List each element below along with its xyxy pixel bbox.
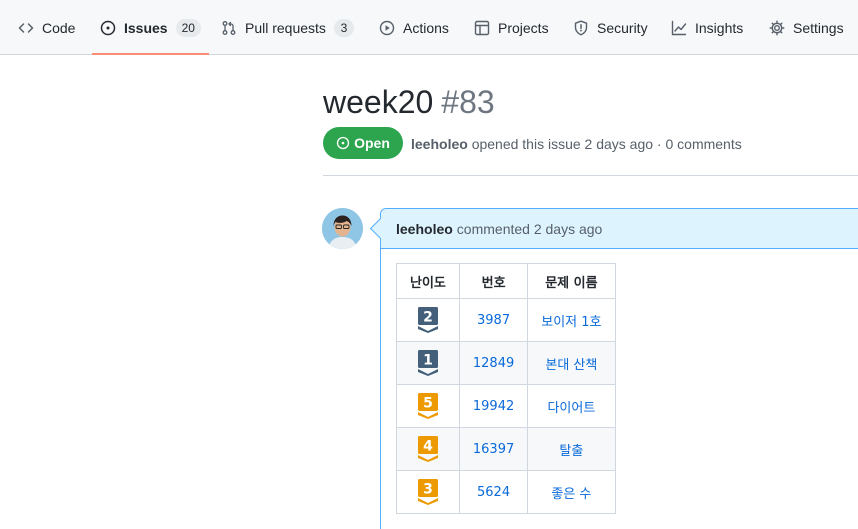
table-row: 3 5624 좋은 수 <box>396 470 616 514</box>
tier-cell: 3 <box>396 470 460 514</box>
tab-actions-label: Actions <box>403 19 449 36</box>
problem-title-link[interactable]: 탈출 <box>559 444 583 459</box>
tier-cell: 4 <box>396 427 460 471</box>
tab-code-label: Code <box>42 19 76 36</box>
column-header-number: 번호 <box>458 263 529 299</box>
tab-projects-label: Projects <box>498 19 549 36</box>
tab-issues[interactable]: Issues 20 <box>92 0 209 55</box>
tab-actions[interactable]: Actions <box>379 0 449 55</box>
tab-projects[interactable]: Projects <box>474 0 549 55</box>
issue-title-text: week20 <box>323 84 434 120</box>
title-cell: 탈출 <box>527 427 616 471</box>
number-cell: 3987 <box>458 298 529 342</box>
tier-level-text: 3 <box>423 482 433 498</box>
tab-issues-label: Issues <box>124 19 168 36</box>
tier-badge-icon: 3 <box>417 479 438 505</box>
tab-settings[interactable]: Settings <box>769 0 844 55</box>
comment-meta: commented 2 days ago <box>456 220 603 237</box>
title-cell: 보이저 1호 <box>527 298 616 342</box>
table-header-row: 난이도 번호 문제 이름 <box>396 263 616 299</box>
shield-icon <box>573 20 589 36</box>
table-row: 5 19942 다이어트 <box>396 384 616 428</box>
number-cell: 12849 <box>458 341 529 385</box>
tier-level-text: 1 <box>423 353 433 369</box>
avatar[interactable] <box>322 208 363 249</box>
gear-icon <box>769 20 785 36</box>
title-cell: 다이어트 <box>527 384 616 428</box>
comment-author-link[interactable]: leeholeo <box>396 221 453 237</box>
issue-title: week20 #83 <box>323 84 495 121</box>
issue-author-link[interactable]: leeholeo <box>411 136 468 152</box>
table-icon <box>474 20 490 36</box>
tab-settings-label: Settings <box>793 19 844 36</box>
comment-header: leeholeo commented 2 days ago <box>381 209 858 249</box>
number-cell: 16397 <box>458 427 529 471</box>
problem-title-link[interactable]: 좋은 수 <box>551 487 591 502</box>
column-header-title: 문제 이름 <box>527 263 616 299</box>
issues-count-badge: 20 <box>175 18 201 37</box>
issue-meta: leeholeo opened this issue 2 days ago · … <box>411 136 742 152</box>
tier-badge-icon: 4 <box>417 436 438 462</box>
tier-cell: 2 <box>396 298 460 342</box>
tier-cell: 1 <box>396 341 460 385</box>
tab-insights-label: Insights <box>695 19 744 36</box>
tier-cell: 5 <box>396 384 460 428</box>
table-row: 1 12849 본대 산책 <box>396 341 616 385</box>
issue-meta-text: opened this issue 2 days ago · 0 comment… <box>471 136 742 152</box>
issue-state-label: Open <box>354 135 390 151</box>
tab-security[interactable]: Security <box>573 0 648 55</box>
tier-badge-icon: 2 <box>417 307 438 333</box>
tier-level-text: 5 <box>423 396 433 412</box>
tier-badge-icon: 5 <box>417 393 438 419</box>
tier-level-text: 4 <box>423 439 433 455</box>
table-row: 2 3987 보이저 1호 <box>396 298 616 342</box>
repo-nav: Code Issues 20 Pull requests 3 Actions P… <box>0 0 858 55</box>
column-header-tier: 난이도 <box>396 263 460 299</box>
play-icon <box>379 20 395 36</box>
issue-opened-icon <box>100 20 116 36</box>
graph-icon <box>671 20 687 36</box>
tab-code[interactable]: Code <box>18 0 75 55</box>
title-cell: 좋은 수 <box>527 470 616 514</box>
tab-security-label: Security <box>597 19 648 36</box>
git-pull-request-icon <box>221 20 237 36</box>
problem-title-link[interactable]: 보이저 1호 <box>541 315 601 330</box>
problem-number-link[interactable]: 19942 <box>473 399 514 414</box>
code-icon <box>18 20 34 36</box>
issue-state-badge: Open <box>323 127 403 159</box>
title-cell: 본대 산책 <box>527 341 616 385</box>
number-cell: 5624 <box>458 470 529 514</box>
table-row: 4 16397 탈출 <box>396 427 616 471</box>
problems-table: 난이도 번호 문제 이름 2 3987 보이저 1호 1 12849 본대 산책 5 1994… <box>396 263 616 514</box>
tab-pull-requests-label: Pull requests <box>245 19 326 36</box>
issue-opened-icon <box>336 136 350 150</box>
number-cell: 19942 <box>458 384 529 428</box>
problem-number-link[interactable]: 3987 <box>477 313 510 328</box>
tab-insights[interactable]: Insights <box>671 0 743 55</box>
problem-number-link[interactable]: 12849 <box>473 356 514 371</box>
tier-level-text: 2 <box>423 310 433 326</box>
problem-number-link[interactable]: 5624 <box>477 485 510 500</box>
problem-title-link[interactable]: 다이어트 <box>547 401 595 416</box>
header-divider <box>323 175 858 176</box>
problem-title-link[interactable]: 본대 산책 <box>545 358 597 373</box>
tier-badge-icon: 1 <box>417 350 438 376</box>
problem-number-link[interactable]: 16397 <box>473 442 514 457</box>
tab-pull-requests[interactable]: Pull requests 3 <box>221 0 354 55</box>
issue-number: #83 <box>441 84 495 120</box>
pull-requests-count-badge: 3 <box>333 18 354 37</box>
